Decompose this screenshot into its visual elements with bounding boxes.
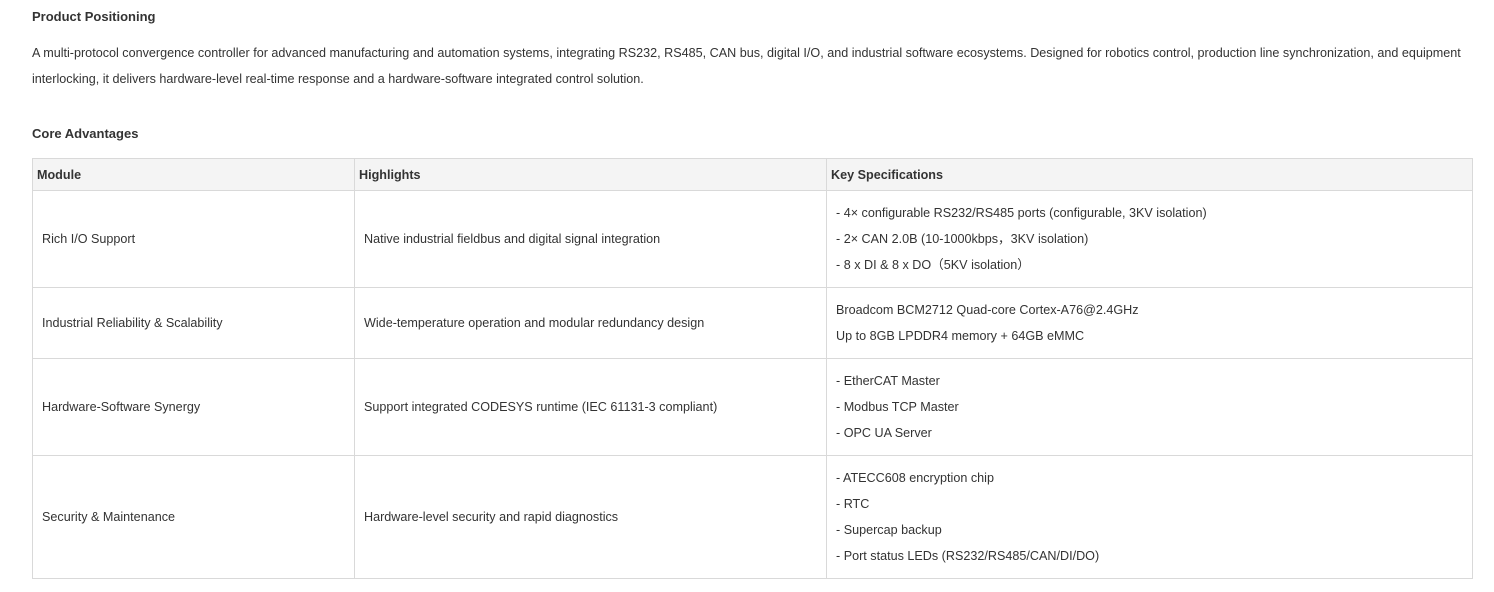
spec-line: - ATECC608 encryption chip — [836, 471, 994, 485]
table-row: Industrial Reliability & Scalability Wid… — [32, 287, 1473, 359]
specs-cell: Broadcom BCM2712 Quad-core Cortex-A76@2.… — [826, 287, 1473, 359]
specs-cell: - EtherCAT Master - Modbus TCP Master - … — [826, 358, 1473, 456]
table-row: Rich I/O Support Native industrial field… — [32, 190, 1473, 288]
spec-line: - RTC — [836, 497, 870, 511]
header-module: Module — [32, 158, 355, 191]
spec-line: - OPC UA Server — [836, 426, 932, 440]
highlight-cell: Support integrated CODESYS runtime (IEC … — [354, 358, 827, 456]
module-cell: Rich I/O Support — [32, 190, 355, 288]
spec-line: Broadcom BCM2712 Quad-core Cortex-A76@2.… — [836, 303, 1139, 317]
spec-line: - 2× CAN 2.0B (10-1000kbps，3KV isolation… — [836, 232, 1089, 246]
highlight-cell: Wide-temperature operation and modular r… — [354, 287, 827, 359]
section-title-product-positioning: Product Positioning — [32, 9, 156, 24]
spec-line: - 8 x DI & 8 x DO（5KV isolation） — [836, 258, 1030, 272]
specs-cell: - 4× configurable RS232/RS485 ports (con… — [826, 190, 1473, 288]
highlight-cell: Native industrial fieldbus and digital s… — [354, 190, 827, 288]
spec-line: - Port status LEDs (RS232/RS485/CAN/DI/D… — [836, 549, 1100, 563]
spec-line: - Supercap backup — [836, 523, 942, 537]
section-title-core-advantages: Core Advantages — [32, 126, 139, 141]
table-row: Security & Maintenance Hardware-level se… — [32, 455, 1473, 579]
table-row: Hardware-Software Synergy Support integr… — [32, 358, 1473, 456]
header-highlights: Highlights — [354, 158, 827, 191]
spec-line: - Modbus TCP Master — [836, 400, 959, 414]
module-cell: Security & Maintenance — [32, 455, 355, 579]
highlight-cell: Hardware-level security and rapid diagno… — [354, 455, 827, 579]
header-key-specifications: Key Specifications — [826, 158, 1473, 191]
specs-cell: - ATECC608 encryption chip - RTC - Super… — [826, 455, 1473, 579]
spec-line: - EtherCAT Master — [836, 374, 940, 388]
spec-line: - 4× configurable RS232/RS485 ports (con… — [836, 206, 1207, 220]
spec-line: Up to 8GB LPDDR4 memory + 64GB eMMC — [836, 329, 1085, 343]
product-positioning-text: A multi-protocol convergence controller … — [32, 46, 1461, 86]
module-cell: Industrial Reliability & Scalability — [32, 287, 355, 359]
core-advantages-table: Module Highlights Key Specifications Ric… — [32, 158, 1473, 579]
module-cell: Hardware-Software Synergy — [32, 358, 355, 456]
table-header-row: Module Highlights Key Specifications — [32, 158, 1473, 191]
